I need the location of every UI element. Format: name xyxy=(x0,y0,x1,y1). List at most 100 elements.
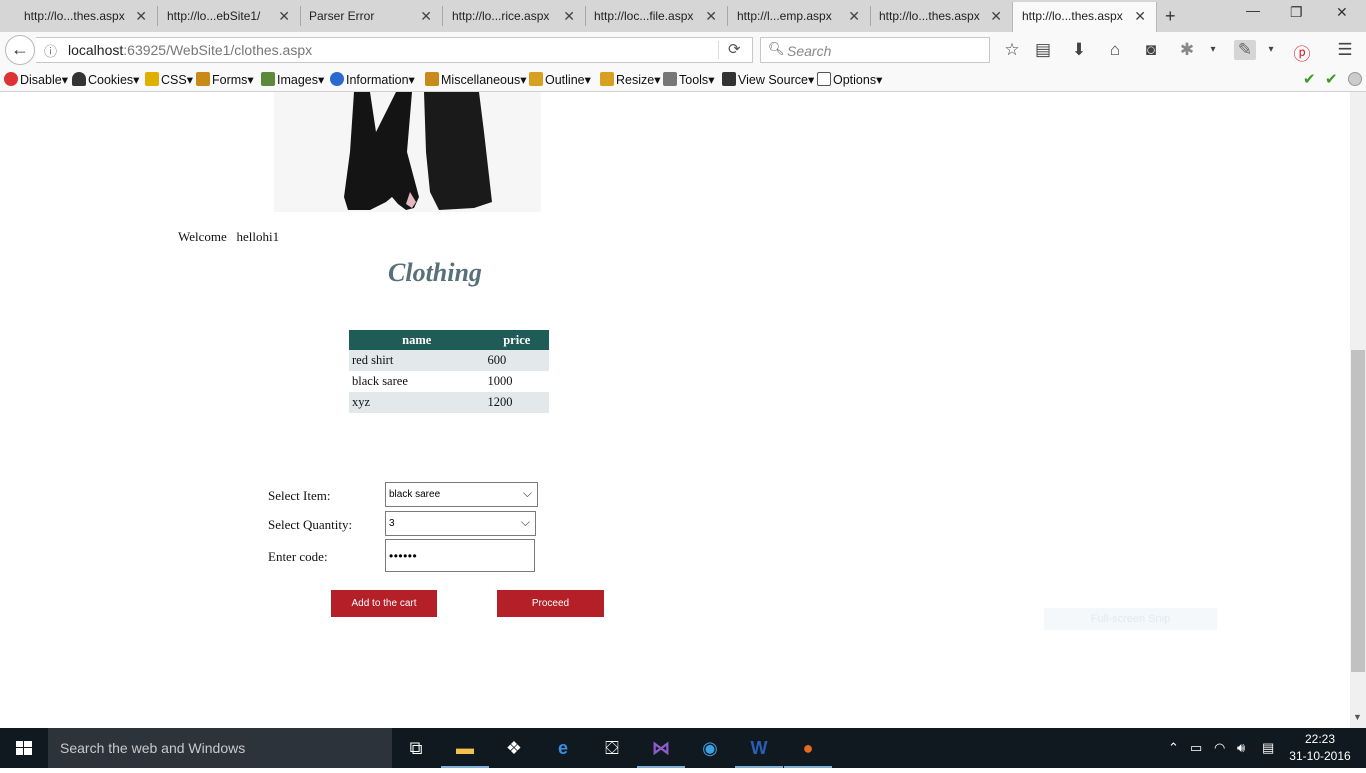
reading-list-icon[interactable]: ▤ xyxy=(1032,40,1054,60)
start-button[interactable] xyxy=(0,728,48,768)
info-icon[interactable]: ⓘ xyxy=(44,41,57,60)
toolbar-images[interactable]: Images▾ xyxy=(261,72,324,87)
task-view-icon[interactable]: ⧉ xyxy=(392,728,440,768)
tab-0[interactable]: http://lo...thes.aspx ✕ xyxy=(0,2,157,32)
toolbar-information[interactable]: Information▾ xyxy=(330,72,415,87)
tab-label: http://lo...thes.aspx xyxy=(1022,9,1123,23)
toolbar-outline[interactable]: Outline▾ xyxy=(529,72,591,87)
dropdown-arrow-icon[interactable]: ▾ xyxy=(1260,44,1282,55)
pinterest-icon[interactable]: ⓟ xyxy=(1291,40,1313,65)
new-tab-icon[interactable]: + xyxy=(1165,6,1176,27)
extension-icon[interactable]: ✱ xyxy=(1176,40,1198,60)
toolbar-css[interactable]: CSS▾ xyxy=(145,72,193,87)
tab-4[interactable]: http://loc...file.aspx ✕ xyxy=(570,2,727,32)
status-circle-icon[interactable] xyxy=(1348,72,1362,86)
word-icon[interactable]: W xyxy=(735,728,783,768)
firefox-icon[interactable]: ● xyxy=(784,728,832,768)
table-row: xyz 1200 xyxy=(349,392,549,413)
scrollbar-thumb[interactable] xyxy=(1351,350,1365,672)
battery-icon[interactable]: ▭ xyxy=(1190,740,1202,756)
close-window-icon[interactable]: ✕ xyxy=(1336,4,1348,21)
tab-label: http://lo...rice.aspx xyxy=(452,9,550,23)
select-quantity-dropdown[interactable]: 3 ⌵ xyxy=(385,511,536,536)
menu-icon[interactable]: ☰ xyxy=(1334,40,1356,60)
css-icon xyxy=(145,72,159,86)
toolbar-disable[interactable]: Disable▾ xyxy=(4,72,68,87)
bookmark-star-icon[interactable]: ☆ xyxy=(1001,40,1023,60)
validation-check-icon[interactable]: ✔ xyxy=(1303,70,1316,88)
toolbar-label: Images xyxy=(277,73,318,87)
toolbar-cookies[interactable]: Cookies▾ xyxy=(72,72,139,87)
vertical-scrollbar[interactable]: ▼ xyxy=(1350,92,1366,728)
toolbar-miscellaneous[interactable]: Miscellaneous▾ xyxy=(425,72,527,87)
product-image xyxy=(274,92,541,212)
table-cell: 1000 xyxy=(487,374,513,388)
taskbar-clock[interactable]: 22:23 31-10-2016 xyxy=(1285,731,1355,765)
toolbar-view-source[interactable]: View Source▾ xyxy=(722,72,814,87)
tab-1[interactable]: http://lo...ebSite1/✕ xyxy=(143,2,300,32)
welcome-message: Welcome hellohi1 xyxy=(178,229,279,245)
dropbox-icon[interactable]: ❖ xyxy=(490,728,538,768)
column-header-price: price xyxy=(484,330,549,350)
disable-icon xyxy=(4,72,18,86)
toolbar-label: CSS xyxy=(161,73,187,87)
minimize-icon[interactable]: — xyxy=(1246,2,1260,18)
scroll-down-arrow-icon[interactable]: ▼ xyxy=(1353,712,1362,722)
pocket-icon[interactable]: ◙ xyxy=(1140,40,1162,60)
network-app-icon[interactable]: ◉ xyxy=(686,728,734,768)
add-to-cart-button[interactable]: Add to the cart xyxy=(331,590,437,617)
chevron-down-icon: ⌵ xyxy=(520,515,530,529)
tab-6[interactable]: http://lo...thes.aspx ✕ xyxy=(855,2,1012,32)
price-table: name price red shirt 600 black saree 100… xyxy=(349,330,549,413)
web-developer-icon[interactable]: ✎ xyxy=(1234,40,1256,60)
url-bar[interactable]: ⓘ localhost:63925/WebSite1/clothes.aspx … xyxy=(36,37,753,63)
back-arrow-icon: ← xyxy=(11,39,29,59)
column-header-name: name xyxy=(349,330,485,350)
search-input[interactable]: 🔍︎ Search xyxy=(760,37,990,63)
back-button[interactable]: ← xyxy=(5,35,35,65)
dropdown-arrow-icon[interactable]: ▾ xyxy=(1202,44,1224,55)
table-cell: red shirt xyxy=(349,350,485,371)
reload-icon[interactable]: ⟳ xyxy=(728,40,741,58)
windows-logo-icon xyxy=(16,741,32,755)
select-item-value: black saree xyxy=(389,489,441,500)
toolbar-tools[interactable]: Tools▾ xyxy=(663,72,714,87)
proceed-button[interactable]: Proceed xyxy=(497,590,604,617)
notifications-icon[interactable]: ▤ xyxy=(1262,740,1274,756)
file-explorer-icon[interactable]: ▬ xyxy=(441,728,489,768)
page-content: Welcome hellohi1 Clothing name price red… xyxy=(0,92,1350,728)
tab-label: http://lo...thes.aspx xyxy=(24,9,125,23)
download-icon[interactable]: ⬇ xyxy=(1068,40,1090,60)
table-cell: black saree xyxy=(352,374,408,388)
volume-icon[interactable]: 🔊︎ xyxy=(1237,740,1245,756)
close-icon[interactable]: ✕ xyxy=(1134,8,1146,25)
restore-icon[interactable]: ❐ xyxy=(1290,4,1303,21)
home-icon[interactable]: ⌂ xyxy=(1104,40,1126,60)
visual-studio-icon[interactable]: ⋈ xyxy=(637,728,685,768)
web-developer-toolbar: Disable▾ Cookies▾ CSS▾ Forms▾ Images▾ In… xyxy=(0,68,1366,92)
table-header-row: name price xyxy=(349,330,549,350)
toolbar-resize[interactable]: Resize▾ xyxy=(600,72,661,87)
tab-5[interactable]: http://l...emp.aspx ✕ xyxy=(713,2,870,32)
windows-taskbar: Search the web and Windows ⧉ ▬ ❖ e ⛋ ⋈ ◉… xyxy=(0,728,1366,768)
resize-icon xyxy=(600,72,614,86)
taskbar-search-box[interactable]: Search the web and Windows xyxy=(48,728,392,768)
enter-code-label: Enter code: xyxy=(268,549,328,564)
full-screen-snip-overlay: Full-screen Snip xyxy=(1044,608,1217,630)
wifi-icon[interactable]: ◠ xyxy=(1214,740,1225,756)
edge-browser-icon[interactable]: e xyxy=(539,728,587,768)
tab-7-active[interactable]: http://lo...thes.aspx ✕ xyxy=(1012,2,1157,32)
tab-label: http://l...emp.aspx xyxy=(737,9,832,23)
images-icon xyxy=(261,72,275,86)
tab-3[interactable]: http://lo...rice.aspx ✕ xyxy=(428,2,585,32)
tab-2[interactable]: Parser Error ✕ xyxy=(285,2,442,32)
store-icon[interactable]: ⛋ xyxy=(588,728,636,768)
toolbar-options[interactable]: Options▾ xyxy=(817,72,882,87)
show-hidden-icons-icon[interactable]: ⌃ xyxy=(1168,740,1179,756)
code-input[interactable]: •••••• xyxy=(385,539,535,572)
close-icon[interactable]: ✕ xyxy=(990,8,1002,25)
page-title: Clothing xyxy=(388,258,482,287)
select-item-dropdown[interactable]: black saree ⌵ xyxy=(385,482,538,507)
validation-check-icon[interactable]: ✔ xyxy=(1325,70,1338,88)
toolbar-forms[interactable]: Forms▾ xyxy=(196,72,254,87)
